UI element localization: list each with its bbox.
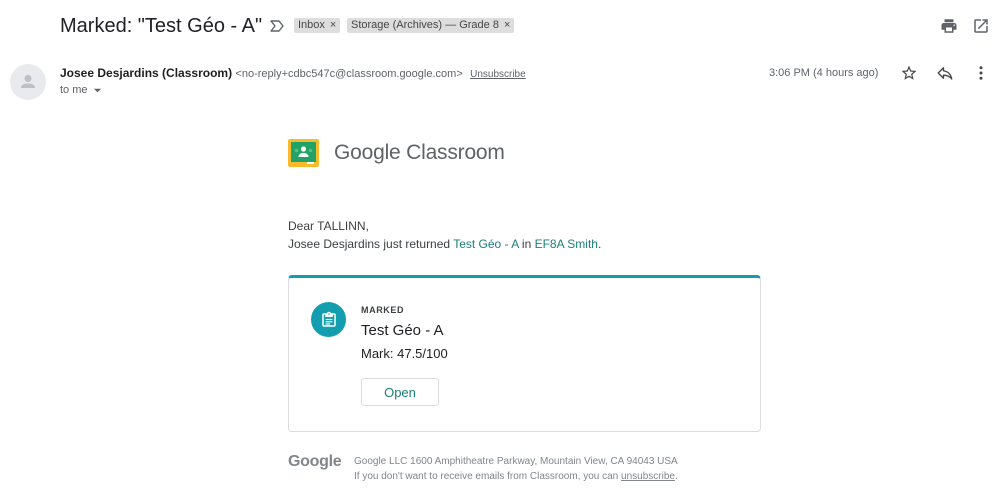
print-icon[interactable] <box>937 14 961 38</box>
returned-message: Josee Desjardins just returned Test Géo … <box>288 236 601 252</box>
more-vert-icon[interactable] <box>969 61 993 85</box>
google-classroom-logo: Google Classroom <box>288 139 505 167</box>
star-icon[interactable] <box>897 61 921 85</box>
open-in-new-window-icon[interactable] <box>969 14 993 38</box>
footer-address: Google LLC 1600 Amphitheatre Parkway, Mo… <box>354 456 678 467</box>
message-timestamp: 3:06 PM (4 hours ago) <box>769 67 879 79</box>
assignment-title: Test Géo - A <box>361 322 444 339</box>
recipients-label: to me <box>60 84 88 96</box>
sender-line: Josee Desjardins (Classroom) <no-reply+c… <box>60 65 526 83</box>
returned-prefix: Josee Desjardins just returned <box>288 237 454 251</box>
class-link[interactable]: EF8A Smith <box>535 237 598 251</box>
assignment-status: MARKED <box>361 305 405 315</box>
greeting: Dear TALLINN, <box>288 219 369 233</box>
sender-name[interactable]: Josee Desjardins (Classroom) <box>60 66 232 80</box>
returned-suffix: . <box>597 237 602 251</box>
unsubscribe-link[interactable]: Unsubscribe <box>470 69 526 80</box>
reply-icon[interactable] <box>933 61 957 85</box>
recipients-dropdown[interactable]: to me <box>60 83 102 97</box>
label-chip-text: Storage (Archives) — Grade 8 <box>351 19 499 31</box>
logo-wordmark: Google Classroom <box>334 141 505 164</box>
label-chip-storage: Storage (Archives) — Grade 8 × <box>347 18 515 33</box>
assignment-link[interactable]: Test Géo - A <box>453 237 518 251</box>
remove-label-button[interactable]: × <box>504 18 510 33</box>
footer-unsub-suffix: . <box>674 471 678 482</box>
footer-unsubscribe-link[interactable]: unsubscribe <box>621 471 675 482</box>
remove-label-button[interactable]: × <box>330 18 336 33</box>
footer-unsubscribe-line: If you don't want to receive emails from… <box>354 470 678 484</box>
email-subject: Marked: "Test Géo - A" <box>60 15 263 37</box>
google-footer-logo: Google <box>288 453 342 470</box>
label-chip-text: Inbox <box>298 19 325 31</box>
avatar[interactable] <box>10 64 46 100</box>
returned-middle: in <box>518 237 535 251</box>
importance-marker-icon[interactable] <box>269 18 285 34</box>
sender-email: <no-reply+cdbc547c@classroom.google.com> <box>235 68 463 80</box>
chevron-down-icon <box>93 86 102 95</box>
footer-unsub-prefix: If you don't want to receive emails from… <box>354 471 622 482</box>
open-button[interactable]: Open <box>361 378 439 406</box>
assignment-mark: Mark: 47.5/100 <box>361 346 448 361</box>
assignment-icon <box>311 302 346 337</box>
classroom-icon <box>288 139 319 167</box>
label-chip-inbox: Inbox × <box>294 18 341 33</box>
assignment-card: MARKED Test Géo - A Mark: 47.5/100 Open <box>288 275 761 432</box>
